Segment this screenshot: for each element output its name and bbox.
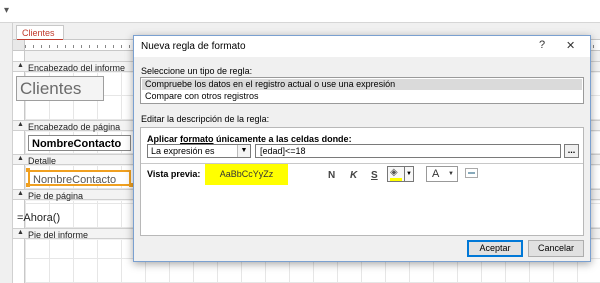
- band-marker-icon: ▲: [17, 121, 24, 128]
- paint-bucket-icon: ◈: [390, 167, 398, 178]
- rule-type-compare[interactable]: Compare con otros registros: [142, 91, 582, 102]
- chevron-down-icon[interactable]: ▼: [404, 167, 413, 181]
- data-bar-icon[interactable]: [465, 168, 478, 178]
- band-label: Detalle: [28, 156, 57, 166]
- rule-type-list[interactable]: Compruebe los datos en el registro actua…: [140, 77, 584, 104]
- condition-select-value: La expresión es: [151, 146, 215, 156]
- dialog-titlebar: Nueva regla de formato ? ✕: [134, 36, 590, 57]
- resize-handle[interactable]: [26, 183, 30, 187]
- fill-color-swatch: [390, 178, 402, 181]
- footer-date-expression[interactable]: =Ahora(): [17, 212, 60, 224]
- band-marker-icon: ▲: [17, 155, 24, 162]
- band-marker-icon: ▲: [17, 190, 24, 197]
- preview-label: Vista previa:: [147, 169, 201, 179]
- rule-description-panel: Aplicar formato únicamente a las celdas …: [140, 127, 584, 236]
- expression-input[interactable]: [edad]<=18: [255, 144, 561, 158]
- bold-button[interactable]: N: [328, 170, 335, 181]
- font-color-button[interactable]: A ▼: [426, 166, 458, 182]
- underline-button[interactable]: S: [371, 170, 378, 181]
- close-icon[interactable]: ✕: [566, 39, 575, 52]
- help-icon[interactable]: ?: [539, 39, 545, 51]
- apply-format-label: Aplicar formato únicamente a las celdas …: [147, 134, 352, 144]
- edit-description-label: Editar la descripción de la regla:: [141, 114, 270, 124]
- dialog-title: Nueva regla de formato: [141, 41, 246, 52]
- new-formatting-rule-dialog: Nueva regla de formato ? ✕ Seleccione un…: [133, 35, 591, 262]
- chevron-down-icon[interactable]: ▼: [448, 167, 454, 181]
- navigation-pane-collapsed[interactable]: [0, 23, 13, 283]
- tab-label: Clientes: [22, 28, 55, 38]
- cancel-button[interactable]: Cancelar: [528, 240, 584, 257]
- band-marker-icon: ▲: [17, 62, 24, 69]
- quick-access-toolbar: ▾: [0, 0, 600, 23]
- resize-handle[interactable]: [26, 168, 30, 172]
- detail-field-nombrecontacto[interactable]: NombreContacto: [28, 170, 131, 186]
- band-label: Pie del informe: [28, 230, 89, 240]
- tab-clientes[interactable]: Clientes: [16, 25, 64, 41]
- band-label: Pie de página: [28, 191, 84, 201]
- expression-builder-button[interactable]: ...: [564, 144, 579, 158]
- report-title-control[interactable]: Clientes: [16, 76, 104, 101]
- condition-select[interactable]: La expresión es ▼: [147, 144, 251, 158]
- chevron-down-icon[interactable]: ▼: [237, 145, 250, 157]
- band-label: Encabezado de página: [28, 122, 121, 132]
- format-preview: AaBbCcYyZz: [205, 164, 288, 185]
- rule-type-expression[interactable]: Compruebe los datos en el registro actua…: [142, 79, 582, 90]
- rule-type-label: Seleccione un tipo de regla:: [141, 66, 253, 76]
- ok-button[interactable]: Aceptar: [467, 240, 523, 257]
- font-color-label: A: [432, 168, 440, 180]
- fill-color-button[interactable]: ◈ ▼: [387, 166, 414, 182]
- dropdown-arrow-icon[interactable]: ▾: [4, 5, 9, 16]
- header-field-nombrecontacto[interactable]: NombreContacto: [28, 135, 131, 151]
- report-selector[interactable]: [13, 40, 25, 51]
- italic-button[interactable]: K: [350, 170, 357, 181]
- band-marker-icon: ▲: [17, 229, 24, 236]
- band-label: Encabezado del informe: [28, 63, 126, 73]
